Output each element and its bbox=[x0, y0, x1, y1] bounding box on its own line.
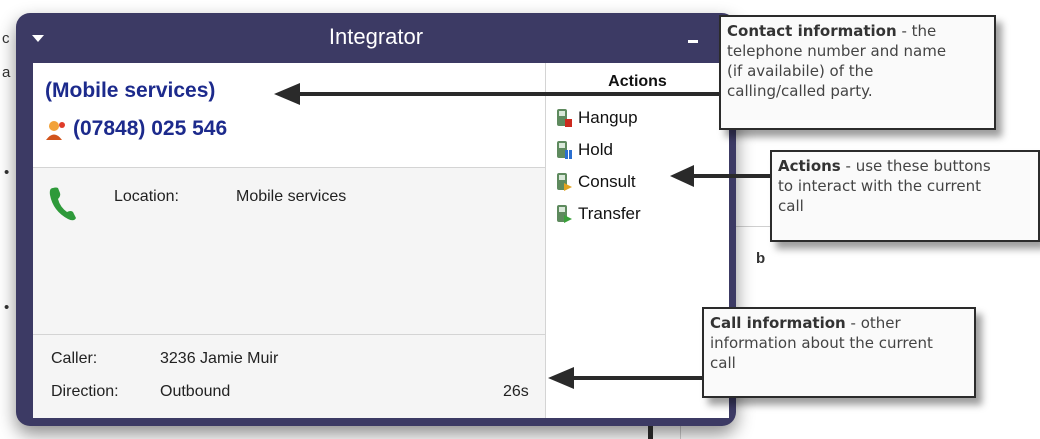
callout-text: telephone number and name bbox=[727, 42, 947, 60]
callout-title: Actions bbox=[778, 157, 841, 175]
callout-text: - use these buttons bbox=[845, 157, 991, 175]
callout-actions: Actions - use these buttons to interact … bbox=[770, 150, 1040, 242]
callout-title: Call information bbox=[710, 314, 846, 332]
callout-title: Contact information bbox=[727, 22, 897, 40]
callout-text: - other bbox=[850, 314, 901, 332]
callout-contact-info: Contact information - the telephone numb… bbox=[719, 15, 996, 130]
callout-text: call bbox=[778, 197, 804, 215]
callout-text: information about the current bbox=[710, 334, 933, 352]
callout-text: call bbox=[710, 354, 736, 372]
callout-text: to interact with the current bbox=[778, 177, 981, 195]
callout-text: (if availabile) of the bbox=[727, 62, 874, 80]
bg-divider bbox=[648, 426, 653, 439]
call-arrowhead bbox=[548, 367, 574, 389]
contact-arrowhead bbox=[274, 83, 300, 105]
callout-text: - the bbox=[901, 22, 937, 40]
callout-text: calling/called party. bbox=[727, 82, 873, 100]
callout-call-info: Call information - other information abo… bbox=[702, 307, 976, 398]
actions-arrowhead bbox=[670, 165, 694, 187]
